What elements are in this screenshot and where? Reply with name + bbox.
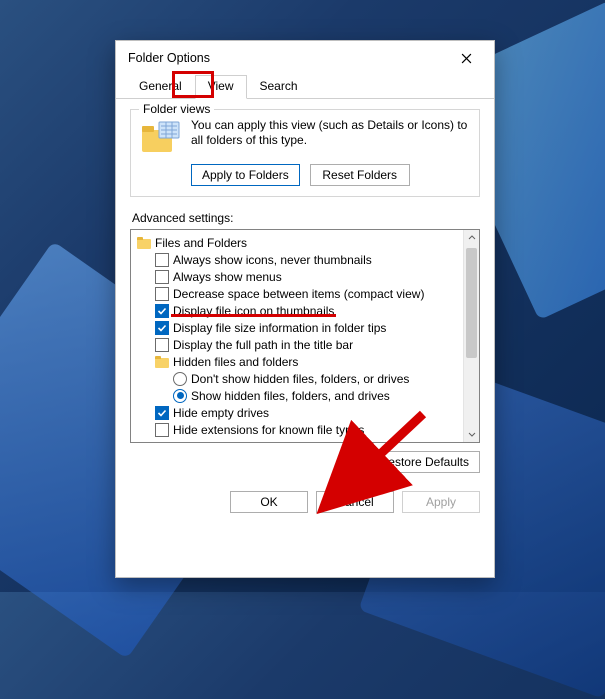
scroll-down-button[interactable] (464, 426, 479, 442)
tree-item-label: Decrease space between items (compact vi… (173, 287, 461, 301)
cancel-button[interactable]: Cancel (316, 491, 394, 513)
tree-item[interactable]: Hide empty drives (137, 404, 461, 421)
checkbox[interactable] (155, 304, 169, 318)
ok-button[interactable]: OK (230, 491, 308, 513)
folder-views-description: You can apply this view (such as Details… (191, 118, 469, 148)
tab-view[interactable]: View (195, 75, 247, 99)
checkbox[interactable] (155, 321, 169, 335)
tree-item-display-file-icon[interactable]: Display file icon on thumbnails (137, 302, 461, 319)
tree-group-label: Hidden files and folders (173, 355, 461, 369)
advanced-settings-tree[interactable]: Files and Folders Always show icons, nev… (130, 229, 480, 443)
tree-item[interactable]: Display file size information in folder … (137, 319, 461, 336)
tree-radio-show-hidden[interactable]: Show hidden files, folders, and drives (137, 387, 461, 404)
folder-views-legend: Folder views (139, 102, 214, 116)
folder-icon (155, 356, 169, 368)
checkbox[interactable] (155, 287, 169, 301)
restore-defaults-button[interactable]: Restore Defaults (369, 451, 480, 473)
folder-options-dialog: Folder Options General View Search Folde… (115, 40, 495, 578)
checkbox[interactable] (155, 338, 169, 352)
tree-item[interactable]: Hide extensions for known file types (137, 421, 461, 438)
checkbox[interactable] (155, 406, 169, 420)
close-icon (461, 53, 472, 64)
folder-views-group: Folder views You can apply this view (su… (130, 109, 480, 197)
tree-item-label: Don't show hidden files, folders, or dri… (191, 372, 461, 386)
checkbox[interactable] (155, 253, 169, 267)
checkbox[interactable] (155, 423, 169, 437)
titlebar: Folder Options (116, 41, 494, 75)
tree-item[interactable]: Always show icons, never thumbnails (137, 251, 461, 268)
tree-group-files-folders: Files and Folders (137, 234, 461, 251)
apply-button[interactable]: Apply (402, 491, 480, 513)
folder-icon (137, 237, 151, 249)
tab-general[interactable]: General (126, 75, 195, 99)
folder-views-icon (141, 120, 181, 156)
scrollbar[interactable] (463, 230, 479, 442)
tree-group-hidden-files: Hidden files and folders (137, 353, 461, 370)
tree-item[interactable]: Always show menus (137, 268, 461, 285)
tabstrip: General View Search (116, 75, 494, 99)
window-title: Folder Options (128, 51, 444, 65)
tree-item-label: Display the full path in the title bar (173, 338, 461, 352)
tree-item-label: Display file size information in folder … (173, 321, 461, 335)
tree-group-label: Files and Folders (155, 236, 461, 250)
tree-item-label: Hide extensions for known file types (173, 423, 461, 437)
tree-item-label: Hide empty drives (173, 406, 461, 420)
advanced-settings-label: Advanced settings: (132, 211, 480, 225)
scroll-up-button[interactable] (464, 230, 479, 246)
tree-item-label: Always show icons, never thumbnails (173, 253, 461, 267)
chevron-down-icon (468, 430, 476, 438)
tree-item[interactable]: Display the full path in the title bar (137, 336, 461, 353)
radio[interactable] (173, 389, 187, 403)
radio[interactable] (173, 372, 187, 386)
dialog-footer: OK Cancel Apply (116, 481, 494, 513)
reset-folders-button[interactable]: Reset Folders (310, 164, 410, 186)
scroll-thumb[interactable] (466, 248, 477, 358)
close-button[interactable] (444, 43, 488, 73)
tree-radio-dont-show-hidden[interactable]: Don't show hidden files, folders, or dri… (137, 370, 461, 387)
tree-item[interactable]: Decrease space between items (compact vi… (137, 285, 461, 302)
tree-item-label: Always show menus (173, 270, 461, 284)
apply-to-folders-button[interactable]: Apply to Folders (191, 164, 300, 186)
tree-item-label: Show hidden files, folders, and drives (191, 389, 461, 403)
tab-search[interactable]: Search (247, 75, 311, 99)
tab-panel: Folder views You can apply this view (su… (116, 99, 494, 481)
tree-item-label: Display file icon on thumbnails (173, 304, 461, 318)
checkbox[interactable] (155, 270, 169, 284)
chevron-up-icon (468, 234, 476, 242)
